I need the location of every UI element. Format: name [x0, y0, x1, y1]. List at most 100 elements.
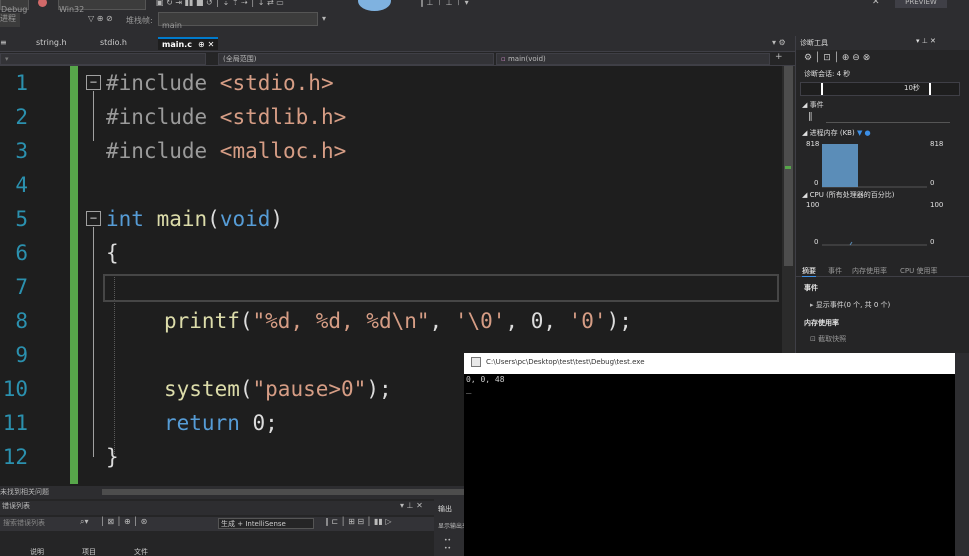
output-title: 输出 [438, 505, 452, 513]
dropdown-arrow-icon[interactable]: ▾ [322, 14, 326, 23]
search-icon[interactable]: ⌕▾ [80, 517, 89, 527]
tab-string-h[interactable]: string.h [36, 37, 86, 50]
error-toolbar: 搜索错误列表 ⌕▾ │ ⊠ │ ⊕ │ ⊛ 生成 + IntelliSense … [0, 517, 434, 531]
desktop-edge [955, 353, 969, 556]
line-number: 10 [2, 377, 28, 401]
tab-dropdown-icon[interactable]: ▾ ⚙ [772, 37, 792, 50]
code-line-1: #include <stdio.h> [106, 71, 334, 95]
diag-session: 诊断会话: 4 秒 [804, 70, 851, 78]
pause-icon[interactable]: ∥ [808, 112, 813, 122]
error-filter-icons[interactable]: │ ⊠ │ ⊕ │ ⊛ [100, 517, 147, 526]
tab-label: string.h [36, 38, 67, 47]
console-title: C:\Users\pc\Desktop\test\test\Debug\test… [486, 358, 645, 366]
events-heading: 事件 [804, 284, 818, 292]
record-icon[interactable] [38, 0, 47, 7]
code-line-6: { [106, 241, 119, 265]
memory-heading: 内存使用率 [804, 319, 839, 327]
line-number: 11 [2, 411, 28, 435]
issues-indicator: 未找到相关问题 [0, 488, 49, 496]
tab-cpu[interactable]: CPU 使用率 [900, 266, 937, 276]
line-number: 5 [15, 207, 28, 231]
fold-guide [93, 227, 94, 457]
memory-area [822, 144, 858, 187]
change-indicator-bar [70, 66, 78, 484]
tab-overflow[interactable]: ≡ [0, 37, 10, 50]
toolbar: Debug Win32 ▣ ↻ ⇥ ▮▮ ■ ↺ │ ⇣ ⇡ ⇢ │ ↓ ⇄ ▭… [0, 0, 969, 36]
cpu-chart[interactable] [822, 204, 927, 246]
diag-toolbar-icons[interactable]: ⚙ │ ⊡ │ ⊕ ⊖ ⊗ [804, 53, 870, 63]
diag-header: 诊断工具 ▾ ⊥ ✕ [796, 36, 969, 50]
code-line-11: return 0; [164, 411, 278, 435]
line-number: 7 [15, 275, 28, 299]
line-number: 3 [15, 139, 28, 163]
diag-controls-icon[interactable]: ▾ ⊥ ✕ [916, 37, 936, 45]
list-toolbar-icons[interactable]: ∥ ⊏ │ ⊞ ⊟ │ ▮▮ ▷ [325, 517, 392, 526]
tab-memory[interactable]: 内存使用率 [852, 266, 887, 276]
mem-bottom-left: 0 [814, 179, 819, 187]
config-dropdown[interactable]: Debug [0, 0, 29, 14]
cpu-bottom-right: 0 [930, 238, 935, 246]
timeline-end[interactable] [929, 83, 931, 95]
function-label: main(void) [507, 55, 546, 63]
error-list-panel: 错误列表 ▾ ⊥ ✕ 搜索错误列表 ⌕▾ │ ⊠ │ ⊕ │ ⊛ 生成 + In… [0, 499, 464, 556]
recording-indicator [358, 0, 391, 11]
code-line-8: printf("%d, %d, %d\n", '\0', 0, '0'); [164, 309, 632, 333]
take-snapshot-button[interactable]: ⊡ 截取快照 [810, 334, 846, 344]
close-icon[interactable]: ✕ [208, 40, 215, 49]
search-input[interactable]: 搜索错误列表 [3, 518, 45, 528]
line-number: 4 [15, 173, 28, 197]
console-window[interactable]: C:\Users\pc\Desktop\test\test\Debug\test… [464, 353, 955, 556]
project-dropdown[interactable]: ▾ [0, 53, 206, 65]
tab-summary[interactable]: 摘要 [802, 266, 816, 277]
person-icon[interactable]: ✕ [872, 0, 880, 7]
fold-toggle-icon[interactable]: − [86, 211, 101, 226]
line-number: 9 [15, 343, 28, 367]
diag-tab-strip: 摘要 事件 内存使用率 CPU 使用率 [796, 264, 969, 277]
tab-events[interactable]: 事件 [828, 266, 842, 276]
filter-icons[interactable]: ▽ ⊕ ⊘ [88, 14, 113, 23]
timeline[interactable]: 10秒 [800, 82, 960, 96]
split-icon[interactable]: + [775, 52, 783, 62]
memory-chart[interactable] [822, 144, 927, 188]
panel-header: 错误列表 ▾ ⊥ ✕ [0, 501, 434, 515]
cpu-section: ◢ CPU (所有处理器的百分比) [802, 191, 895, 199]
code-line-12: } [106, 445, 119, 469]
output-lines: •• •• [444, 537, 452, 552]
console-titlebar[interactable]: C:\Users\pc\Desktop\test\test\Debug\test… [464, 353, 955, 374]
function-icon: ▫ [501, 55, 506, 63]
fold-toggle-icon[interactable]: − [86, 75, 101, 90]
build-filter-dropdown[interactable]: 生成 + IntelliSense [218, 518, 314, 529]
output-panel: 输出 显示输出来源(S): •••• [434, 499, 466, 556]
cpu-bottom-left: 0 [814, 238, 819, 246]
platform-dropdown[interactable]: Win32 [58, 0, 146, 14]
stack-frame-dropdown[interactable]: main [158, 12, 318, 30]
line-number: 8 [15, 309, 28, 333]
fold-guide [93, 91, 94, 141]
process-label: 进程 [0, 13, 20, 27]
function-dropdown[interactable]: ▫ main(void) [496, 53, 770, 65]
events-summary[interactable]: ▸ 显示事件(0 个, 共 0 个) [810, 300, 890, 310]
code-line-3: #include <malloc.h> [106, 139, 347, 163]
cpu-top-right: 100 [930, 201, 944, 209]
scope-dropdown[interactable]: (全局范围) [218, 53, 494, 65]
output-source-label: 显示输出来源(S): [438, 523, 466, 530]
col-description[interactable]: 说明 [30, 547, 44, 556]
debug-icons[interactable]: ▣ ↻ ⇥ ▮▮ ■ ↺ │ ⇣ ⇡ ⇢ │ ↓ ⇄ ▭ [156, 0, 284, 7]
memory-section: ◢ 进程内存 (KB) ▼ ● [802, 129, 871, 137]
scope-label: (全局范围) [223, 55, 257, 63]
timeline-start[interactable] [821, 83, 823, 95]
console-cursor: _ [466, 385, 472, 395]
stack-label: 堆栈帧: [126, 16, 153, 25]
col-file[interactable]: 文件 [134, 547, 148, 556]
panel-title: 错误列表 [2, 502, 30, 510]
pin-icon[interactable]: ⊕ [198, 40, 205, 49]
tab-main-c[interactable]: main.c ⊕ ✕ [158, 37, 218, 50]
events-section: ◢ 事件 [802, 101, 824, 109]
document-tabs: ≡ string.h stdio.h main.c ⊕ ✕ ▾ ⚙ [0, 36, 795, 51]
navigation-bar: ▾ (全局范围) ▫ main(void) + [0, 51, 795, 66]
misc-icons[interactable]: ∥ ⊥ ⊤ ⊥ ⊤ ▾ [420, 0, 469, 7]
current-line-highlight [103, 274, 779, 302]
panel-controls-icon[interactable]: ▾ ⊥ ✕ [400, 501, 423, 510]
tab-stdio-h[interactable]: stdio.h [100, 37, 150, 50]
col-project[interactable]: 项目 [82, 547, 96, 556]
